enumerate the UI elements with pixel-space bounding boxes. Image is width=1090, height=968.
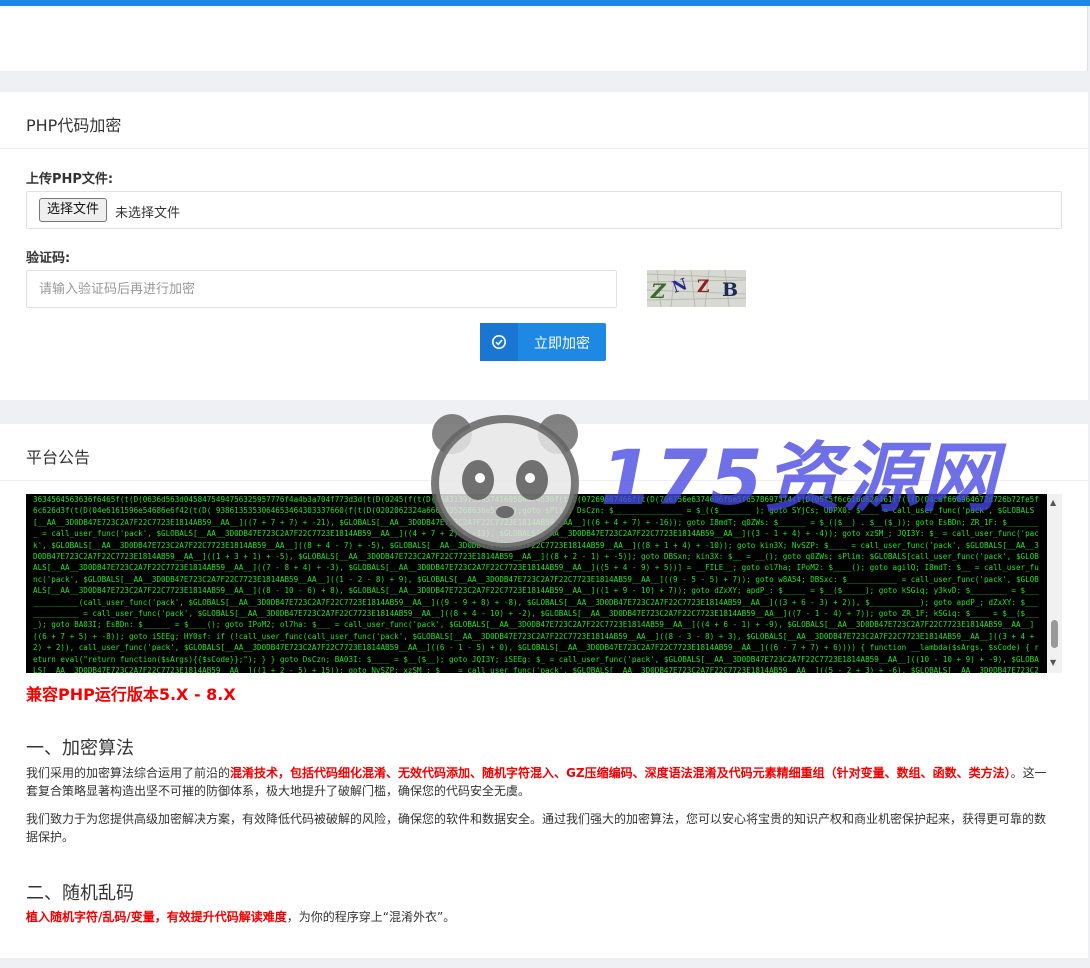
paragraph-text: 我们采用的加密算法综合运用了前沿的 — [26, 766, 231, 780]
captcha-char-1: Z — [650, 279, 667, 303]
scroll-down-arrow-icon[interactable]: ▼ — [1050, 658, 1056, 667]
code-sample-box[interactable]: 3634564563636f6465f(t(D(0636d563d0458475… — [26, 494, 1062, 673]
php-compat-text: 兼容PHP运行版本5.X - 8.X — [26, 685, 236, 704]
section-obfuscation-title: 二、随机乱码 — [26, 883, 134, 904]
encrypt-card: PHP代码加密 上传PHP文件: 选择文件 未选择文件 验证码: Z N Z B… — [0, 92, 1088, 400]
file-status-text: 未选择文件 — [115, 206, 181, 221]
captcha-char-4: B — [722, 279, 738, 301]
section-algorithm-paragraph-2: 我们致力于为您提供高级加密解决方案，有效降低代码被破解的风险，确保您的软件和数据… — [26, 812, 1047, 844]
code-scrollbar[interactable]: ▲ ▼ — [1047, 494, 1062, 673]
scrollbar-thumb[interactable] — [1051, 620, 1058, 648]
code-sample-text: 3634564563636f6465f(t(D(0636d563d0458475… — [33, 495, 1039, 673]
captcha-char-3: Z — [697, 277, 709, 297]
file-upload-field[interactable]: 选择文件 未选择文件 — [26, 191, 1062, 229]
encrypt-card-title: PHP代码加密 — [0, 92, 1088, 149]
section-algorithm-paragraph-1: 我们采用的加密算法综合运用了前沿的混淆技术，包括代码细化混淆、无效代码添加、随机… — [26, 764, 1056, 800]
captcha-label: 验证码: — [26, 251, 71, 266]
captcha-image[interactable]: Z N Z B — [647, 270, 746, 307]
captcha-input[interactable] — [26, 270, 617, 308]
captcha-noise-graphic: Z N Z B — [647, 270, 746, 307]
notice-card: 平台公告 3634564563636f6465f(t(D(0636d563d04… — [0, 424, 1088, 958]
paragraph-text: ，为你的程序穿上“混淆外衣”。 — [286, 910, 456, 924]
choose-file-button[interactable]: 选择文件 — [39, 198, 108, 222]
upload-label: 上传PHP文件: — [26, 172, 114, 187]
encrypt-submit-button[interactable]: 立即加密 — [480, 323, 606, 361]
encrypt-submit-label: 立即加密 — [534, 336, 590, 352]
highlight-text: 混淆技术，包括代码细化混淆、无效代码添加、随机字符混入、GZ压缩编码、深度语法混… — [230, 766, 1011, 780]
check-circle-icon — [480, 323, 518, 361]
header-card — [0, 6, 1088, 71]
section-algorithm-title: 一、加密算法 — [26, 738, 134, 759]
highlight-text: 植入随机字符/乱码/变量，有效提升代码解读难度 — [26, 910, 287, 924]
notice-card-title: 平台公告 — [0, 424, 1088, 481]
scroll-up-arrow-icon[interactable]: ▲ — [1050, 498, 1056, 507]
section-obfuscation-paragraph: 植入随机字符/乱码/变量，有效提升代码解读难度，为你的程序穿上“混淆外衣”。 — [26, 908, 1056, 926]
